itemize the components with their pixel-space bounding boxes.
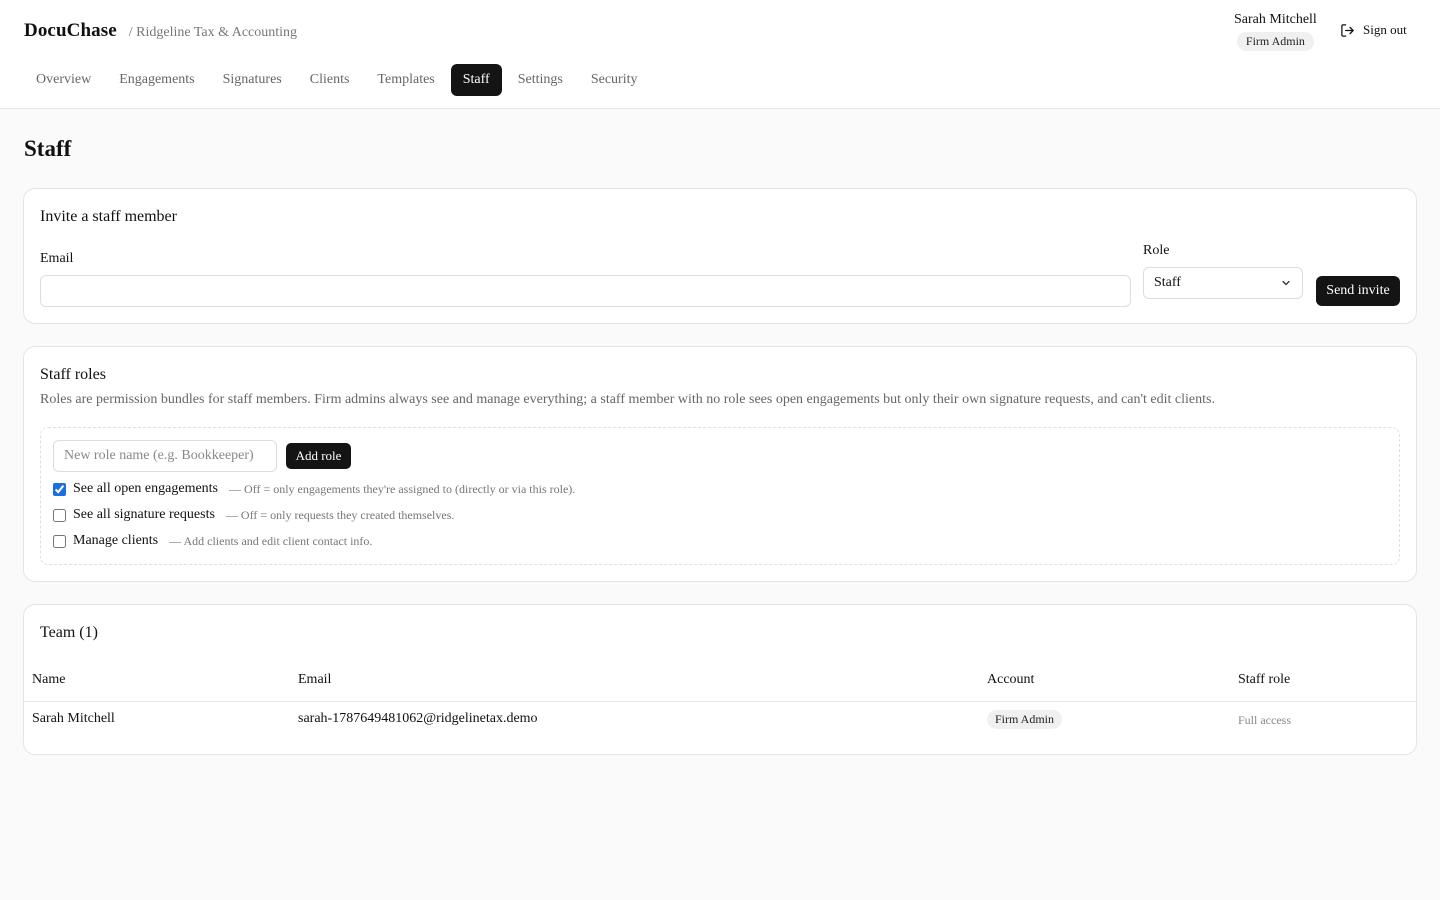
sign-out-button[interactable]: Sign out xyxy=(1340,22,1407,38)
see-all-signatures-checkbox[interactable] xyxy=(53,508,66,522)
see-all-engagements-checkbox[interactable] xyxy=(53,482,66,496)
sign-out-label: Sign out xyxy=(1363,22,1407,37)
tab-settings[interactable]: Settings xyxy=(506,64,575,96)
column-header-account: Account xyxy=(987,672,1035,687)
staff-roles-title: Staff roles xyxy=(40,366,106,383)
firm-name: / Ridgeline Tax & Accounting xyxy=(128,25,298,40)
user-name: Sarah Mitchell xyxy=(1234,12,1317,27)
tab-staff[interactable]: Staff xyxy=(450,64,502,96)
staff-roles-description: Roles are permission bundles for staff m… xyxy=(40,392,1215,407)
tab-security[interactable]: Security xyxy=(579,64,650,96)
permission-manage-clients[interactable]: Manage clients — Add clients and edit cl… xyxy=(53,533,372,549)
column-header-email: Email xyxy=(298,672,332,687)
user-info: Sarah Mitchell Firm Admin xyxy=(1234,12,1317,51)
page-title: Staff xyxy=(24,136,72,161)
invite-title: Invite a staff member xyxy=(40,208,177,225)
chevron-down-icon xyxy=(1282,280,1290,286)
role-label: Role xyxy=(1143,243,1170,258)
logout-icon xyxy=(1341,23,1354,37)
new-role-panel: Add role See all open engagements — Off … xyxy=(40,427,1400,565)
user-role-badge: Firm Admin xyxy=(1236,32,1314,51)
staff-roles-card: Staff roles Roles are permission bundles… xyxy=(23,346,1417,582)
permission-hint: — Off = only engagements they're assigne… xyxy=(229,481,576,496)
member-staff-role: Full access xyxy=(1238,713,1291,727)
permission-label: Manage clients xyxy=(73,533,159,548)
permission-hint: — Add clients and edit client contact in… xyxy=(169,533,373,548)
tab-clients[interactable]: Clients xyxy=(298,64,362,96)
permission-label: See all signature requests xyxy=(73,507,215,522)
invite-card: Invite a staff member Email Role Staff S… xyxy=(23,188,1417,324)
account-badge: Firm Admin xyxy=(987,710,1063,729)
email-input[interactable] xyxy=(40,275,1131,307)
member-name: Sarah Mitchell xyxy=(32,711,115,726)
permission-see-all-signatures[interactable]: See all signature requests — Off = only … xyxy=(53,507,454,523)
email-label: Email xyxy=(40,251,74,266)
column-header-name: Name xyxy=(32,672,66,687)
new-role-name-input[interactable] xyxy=(53,440,277,472)
tab-templates[interactable]: Templates xyxy=(365,64,446,96)
member-email: sarah-1787649481062@ridgelinetax.demo xyxy=(298,711,538,726)
column-header-staff-role: Staff role xyxy=(1238,672,1291,687)
role-select-value: Staff xyxy=(1154,275,1181,290)
brand: DocuChase / Ridgeline Tax & Accounting xyxy=(24,20,297,42)
table-divider xyxy=(24,701,1416,702)
role-select[interactable]: Staff xyxy=(1143,267,1303,299)
app-header: DocuChase / Ridgeline Tax & Accounting S… xyxy=(0,0,1440,109)
tab-overview[interactable]: Overview xyxy=(24,64,103,96)
brand-logo-text[interactable]: DocuChase xyxy=(24,20,117,42)
tab-engagements[interactable]: Engagements xyxy=(107,64,206,96)
permission-hint: — Off = only requests they created thems… xyxy=(225,507,455,522)
send-invite-button[interactable]: Send invite xyxy=(1316,276,1400,306)
manage-clients-checkbox[interactable] xyxy=(53,534,66,548)
add-role-button[interactable]: Add role xyxy=(286,443,351,469)
permission-label: See all open engagements xyxy=(73,481,219,496)
permission-see-all-engagements[interactable]: See all open engagements — Off = only en… xyxy=(53,481,575,497)
team-card: Team (1) Name Email Account Staff role S… xyxy=(23,604,1417,755)
team-title: Team (1) xyxy=(40,624,98,641)
main-nav: Overview Engagements Signatures Clients … xyxy=(24,64,650,96)
tab-signatures[interactable]: Signatures xyxy=(211,64,294,96)
